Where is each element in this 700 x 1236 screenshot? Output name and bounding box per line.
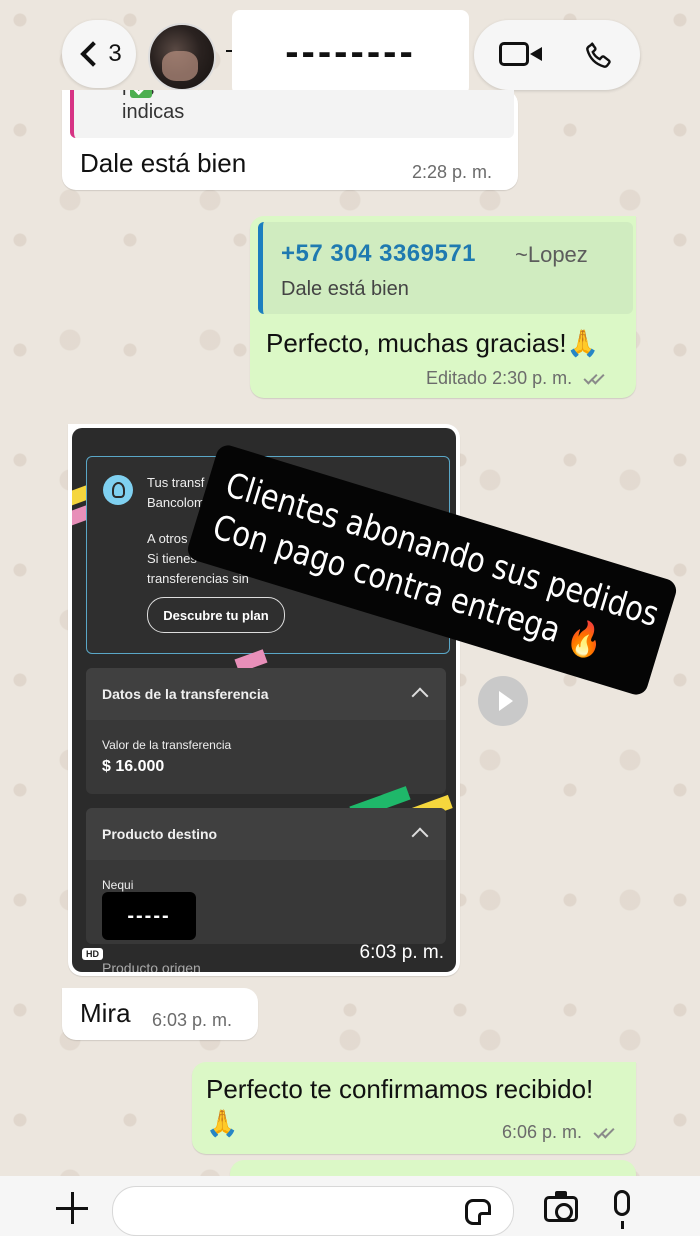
call-controls [474,20,640,90]
chevron-left-icon [80,41,107,67]
origin-label: Producto origen [102,960,201,972]
quoted-sender-phone: +57 304 3369571 [281,240,477,267]
quoted-message[interactable]: nos indicas [70,90,514,138]
contact-name[interactable]: -------- [232,10,469,95]
back-button[interactable]: 3 [62,20,136,88]
quoted-sender-alias: ~Lopez [515,242,588,267]
edited-label: Editado [426,368,488,388]
video-call-icon[interactable] [499,42,542,66]
message-outgoing[interactable]: Perfecto te confirmamos recibido! 🙏 6:06… [192,1062,636,1154]
message-input[interactable] [112,1186,514,1236]
double-check-icon [593,1127,615,1139]
camera-icon[interactable] [544,1191,578,1222]
check-mark-icon [130,90,152,98]
microphone-icon[interactable] [614,1190,630,1229]
tip-text: Bancolom [147,495,205,510]
message-time: 2:30 p. m. [492,368,573,388]
message-text: Perfecto, muchas gracias!🙏 [266,328,599,358]
tip-text: Tus transf [147,475,205,490]
avatar[interactable] [148,23,216,91]
contact-name-text: -------- [285,30,416,74]
quoted-text: Dale está bien [281,278,409,300]
discover-plan-button: Descubre tu plan [147,597,285,633]
plus-icon[interactable] [56,1192,88,1224]
message-outgoing[interactable]: +57 304 3369571 ~Lopez Dale está bien Pe… [250,216,636,398]
message-meta: 6:06 p. m. [502,1122,615,1143]
destination-label: Nequi [102,878,134,892]
double-check-icon [583,373,605,385]
tip-text: A otros [147,531,188,546]
message-time: 6:03 p. m. [152,1010,233,1030]
message-text: Mira [80,998,131,1028]
chevron-up-icon [411,827,429,845]
message-incoming[interactable]: Mira 6:03 p. m. [62,988,258,1040]
message-meta: Editado 2:30 p. m. [426,368,605,389]
tip-text: transferencias sin [147,571,249,586]
message-time: 2:28 p. m. [412,162,493,182]
message-time: 6:03 p. m. [359,942,445,963]
redaction-box: ----- [102,892,196,940]
section-title: Producto destino [102,826,218,842]
chevron-up-icon [411,687,429,705]
hd-badge: HD [82,948,103,960]
transfer-details-section: Datos de la transferencia Valor de la tr… [86,668,446,794]
message-text: Dale está bien [80,148,247,178]
amount-value: $ 16.000 [102,758,165,775]
lightbulb-icon [103,475,133,505]
section-title: Datos de la transferencia [102,686,269,702]
composer-bar [0,1176,700,1236]
unread-count: 3 [108,40,122,67]
message-time: 6:06 p. m. [502,1122,583,1142]
sticker-icon[interactable] [465,1199,491,1225]
phone-icon[interactable] [582,38,616,72]
amount-label: Valor de la transferencia [102,738,232,752]
forward-button[interactable] [478,676,528,726]
message-incoming[interactable]: nos indicas Dale está bien 2:28 p. m. [62,90,518,190]
quoted-message[interactable]: +57 304 3369571 ~Lopez Dale está bien [258,222,633,314]
